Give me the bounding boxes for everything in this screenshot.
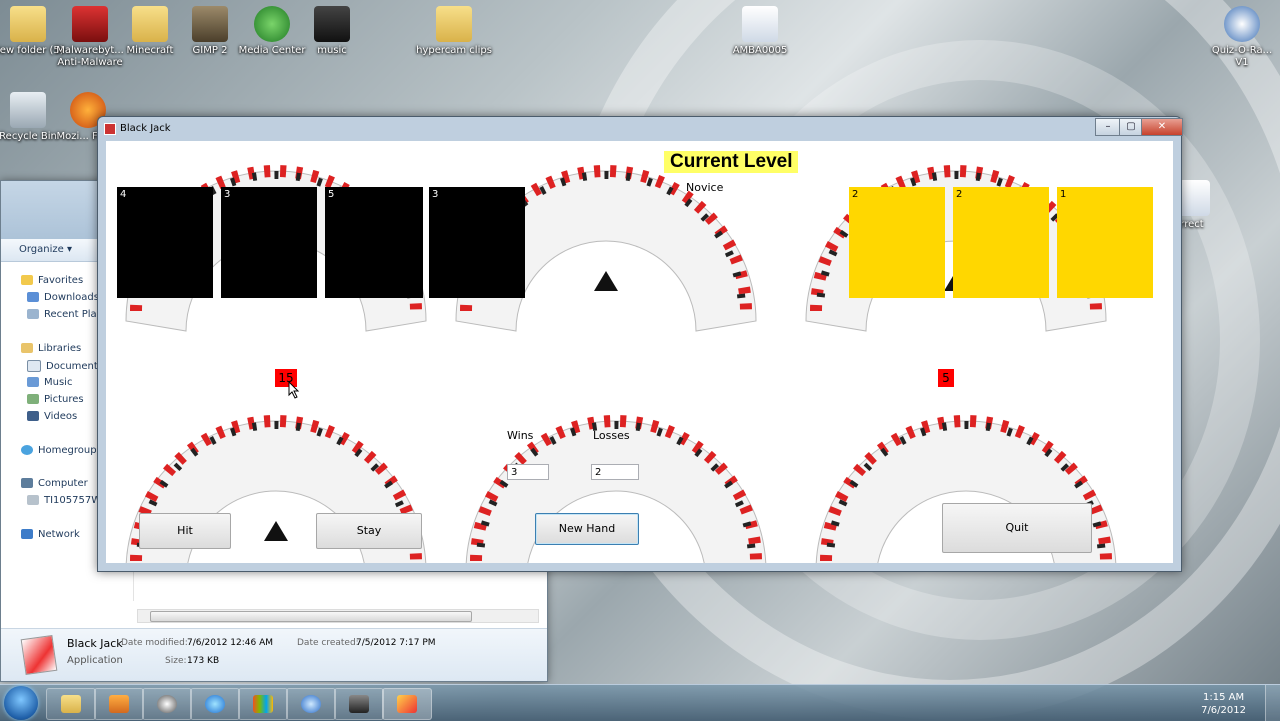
- taskbar-clock-app[interactable]: [142, 688, 192, 720]
- recycle-bin-icon: [10, 92, 46, 128]
- organize-button[interactable]: Organize ▾: [19, 244, 72, 255]
- date-modified-label: Date modified:: [121, 638, 188, 648]
- music-icon: [27, 377, 39, 387]
- new-hand-button[interactable]: New Hand: [535, 513, 639, 545]
- gimp-icon: [192, 6, 228, 42]
- player-card: 5: [325, 187, 423, 298]
- clock-icon: [157, 695, 177, 713]
- show-desktop-button[interactable]: [1265, 685, 1280, 721]
- computer-icon: [21, 478, 33, 488]
- date-created-value: 7/5/2012 7:17 PM: [356, 638, 436, 648]
- close-button[interactable]: ✕: [1141, 118, 1183, 136]
- player-card: 3: [221, 187, 317, 298]
- player-card: 4: [117, 187, 213, 298]
- clock-date: 7/6/2012: [1201, 705, 1246, 716]
- scrollbar-thumb[interactable]: [150, 611, 472, 622]
- folder-icon: [61, 695, 81, 713]
- blackjack-app-icon: [104, 123, 116, 135]
- network-icon: [21, 529, 33, 539]
- taskbar-black-jack[interactable]: [382, 688, 432, 720]
- taskbar-itunes[interactable]: [286, 688, 336, 720]
- library-icon: [21, 343, 33, 353]
- media-player-icon: [109, 695, 129, 713]
- dealer-score: 5: [938, 369, 954, 387]
- windows-live-icon: [253, 695, 273, 713]
- quit-button[interactable]: Quit: [942, 503, 1092, 553]
- folder-icon: [132, 6, 168, 42]
- desktop-icon-music[interactable]: music: [294, 6, 370, 57]
- stay-button[interactable]: Stay: [316, 513, 422, 549]
- taskbar-explorer[interactable]: [46, 688, 96, 720]
- music-folder-icon: [314, 6, 350, 42]
- desktop-icon-quiz[interactable]: Quiz-O-Ra... V1: [1204, 6, 1280, 69]
- current-level-title: Current Level: [664, 151, 799, 173]
- nav-computer[interactable]: Computer: [21, 478, 88, 489]
- nav-videos[interactable]: Videos: [27, 411, 77, 422]
- black-jack-file-icon: [20, 634, 58, 676]
- dealer-card: 1: [1057, 187, 1153, 298]
- documents-icon: [27, 360, 41, 372]
- taskbar: 1:15 AM 7/6/2012: [0, 684, 1280, 721]
- taskbar-windows-live[interactable]: [238, 688, 288, 720]
- homegroup-icon: [21, 445, 33, 455]
- wins-field[interactable]: 3: [507, 464, 549, 480]
- drive-icon: [27, 495, 39, 505]
- file-name: Black Jack: [67, 637, 123, 650]
- nav-documents[interactable]: Documents: [27, 360, 103, 372]
- malwarebytes-icon: [72, 6, 108, 42]
- hit-button[interactable]: Hit: [139, 513, 231, 549]
- losses-label: Losses: [593, 429, 630, 442]
- level-value: Novice: [686, 181, 724, 194]
- desktop-icon-amba0005[interactable]: AMBA0005: [722, 6, 798, 57]
- nav-favorites[interactable]: Favorites: [21, 275, 83, 286]
- nav-homegroup[interactable]: Homegroup: [21, 445, 97, 456]
- taskbar-media-player[interactable]: [94, 688, 144, 720]
- mouse-cursor-icon: [288, 381, 300, 399]
- clock-time: 1:15 AM: [1202, 692, 1245, 703]
- start-button[interactable]: [4, 686, 38, 720]
- help-icon: [1224, 6, 1260, 42]
- file-type: Application: [67, 655, 123, 666]
- blackjack-window[interactable]: Black Jack – ▢ ✕ Current Level Novice 4 …: [97, 116, 1183, 572]
- game-area: Current Level Novice 4 3 5 3 2 2 1 15 5 …: [106, 141, 1173, 563]
- system-clock[interactable]: 1:15 AM 7/6/2012: [1201, 691, 1246, 717]
- horizontal-scrollbar[interactable]: [137, 609, 539, 623]
- nav-pictures[interactable]: Pictures: [27, 394, 84, 405]
- taskbar-internet-explorer[interactable]: [190, 688, 240, 720]
- dealer-card: 2: [953, 187, 1049, 298]
- minimize-button[interactable]: –: [1095, 118, 1121, 136]
- date-modified-value: 7/6/2012 12:46 AM: [187, 638, 274, 648]
- details-pane: Black Jack Application Date modified: 7/…: [1, 628, 547, 681]
- pictures-icon: [27, 394, 39, 404]
- dealer-card: 2: [849, 187, 945, 298]
- nav-downloads[interactable]: Downloads: [27, 292, 99, 303]
- nav-network[interactable]: Network: [21, 529, 80, 540]
- black-jack-icon: [397, 695, 417, 713]
- downloads-icon: [27, 292, 39, 302]
- maximize-button[interactable]: ▢: [1119, 118, 1143, 136]
- losses-field[interactable]: 2: [591, 464, 639, 480]
- title-bar[interactable]: Black Jack – ▢ ✕: [98, 117, 1183, 141]
- nav-libraries[interactable]: Libraries: [21, 343, 81, 354]
- window-title: Black Jack: [120, 123, 171, 134]
- recent-icon: [27, 309, 39, 319]
- media-center-icon: [254, 6, 290, 42]
- hypercam-icon: [349, 695, 369, 713]
- desktop-icon-hypercam-clips[interactable]: hypercam clips: [416, 6, 492, 57]
- nav-music[interactable]: Music: [27, 377, 72, 388]
- star-icon: [21, 275, 33, 285]
- itunes-icon: [301, 695, 321, 713]
- videos-icon: [27, 411, 39, 421]
- date-created-label: Date created:: [297, 638, 359, 648]
- size-label: Size:: [165, 656, 187, 666]
- size-value: 173 KB: [187, 656, 220, 666]
- player-card: 3: [429, 187, 525, 298]
- taskbar-hypercam[interactable]: [334, 688, 384, 720]
- folder-icon: [10, 6, 46, 42]
- internet-explorer-icon: [205, 695, 225, 713]
- audio-file-icon: [742, 6, 778, 42]
- folder-icon: [436, 6, 472, 42]
- nav-drive[interactable]: TI105757W0: [27, 495, 107, 506]
- wins-label: Wins: [507, 429, 534, 442]
